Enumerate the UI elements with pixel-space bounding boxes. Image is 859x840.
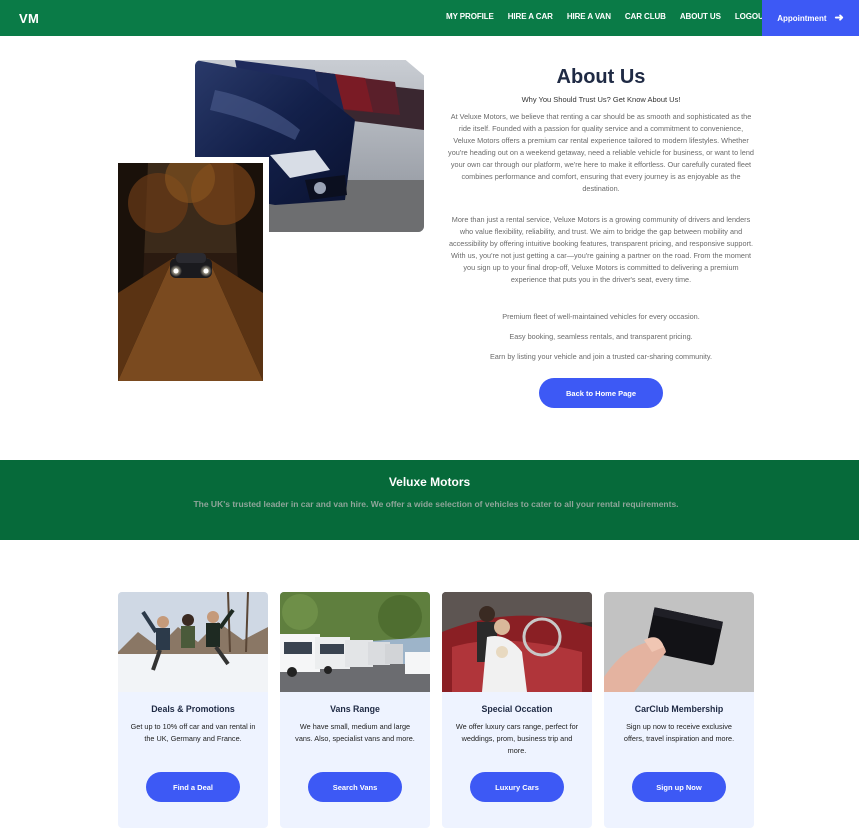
back-to-home-button[interactable]: Back to Home Page: [539, 378, 663, 408]
vans-row-image: [280, 592, 430, 692]
banner-title: Veluxe Motors: [388, 475, 471, 489]
about-feature-2: Easy booking, seamless rentals, and tran…: [509, 332, 693, 341]
nav-link-hire-a-car[interactable]: HIRE A CAR: [508, 12, 553, 21]
brand-logo[interactable]: VM: [19, 11, 39, 26]
nav-links: MY PROFILE HIRE A CAR HIRE A VAN CAR CLU…: [446, 12, 769, 21]
forest-road-car-image: [112, 157, 269, 387]
nav-link-my-profile[interactable]: MY PROFILE: [446, 12, 494, 21]
top-navbar: VM MY PROFILE HIRE A CAR HIRE A VAN CAR …: [0, 0, 859, 36]
card-carclub-membership: CarClub Membership Sign up now to receiv…: [604, 592, 754, 828]
banner-text: The UK's trusted leader in car and van h…: [193, 499, 679, 509]
appointment-button[interactable]: Appointment ➜: [762, 0, 859, 36]
about-subtitle: Why You Should Trust Us? Get Know About …: [521, 95, 681, 104]
about-feature-1: Premium fleet of well-maintained vehicle…: [502, 312, 700, 321]
card-title: Vans Range: [330, 704, 380, 714]
nav-link-about-us[interactable]: ABOUT US: [680, 12, 721, 21]
membership-card-image: [604, 592, 754, 692]
card-title: Special Occation: [481, 704, 553, 714]
card-text: We have small, medium and large vans. Al…: [295, 722, 415, 743]
nav-link-car-club[interactable]: CAR CLUB: [625, 12, 666, 21]
card-vans-range: Vans Range We have small, medium and lar…: [280, 592, 430, 828]
about-feature-3: Earn by listing your vehicle and join a …: [489, 352, 713, 361]
wedding-car-image: [442, 592, 592, 692]
find-a-deal-button[interactable]: Find a Deal: [146, 772, 240, 802]
card-special-occasion: Special Occation We offer luxury cars ra…: [442, 592, 592, 828]
card-deals-promotions: Deals & Promotions Get up to 10% off car…: [118, 592, 268, 828]
card-text: Sign up now to receive exclusive offers,…: [623, 722, 735, 743]
about-paragraph-1: At Veluxe Motors, we believe that rentin…: [448, 112, 754, 193]
arrow-right-icon: ➜: [834, 11, 844, 24]
nav-link-hire-a-van[interactable]: HIRE A VAN: [567, 12, 611, 21]
card-text: Get up to 10% off car and van rental in …: [130, 722, 256, 743]
search-vans-button[interactable]: Search Vans: [308, 772, 402, 802]
card-title: CarClub Membership: [634, 704, 724, 714]
about-title: About Us: [556, 66, 646, 88]
appointment-label: Appointment: [777, 13, 827, 23]
card-title: Deals & Promotions: [151, 704, 235, 714]
sign-up-now-button[interactable]: Sign up Now: [632, 772, 726, 802]
luxury-cars-button[interactable]: Luxury Cars: [470, 772, 564, 802]
card-text: We offer luxury cars range, perfect for …: [455, 722, 579, 755]
friends-jumping-image: [118, 592, 268, 692]
about-paragraph-2: More than just a rental service, Veluxe …: [448, 215, 754, 284]
brand-banner: Veluxe Motors The UK's trusted leader in…: [0, 460, 859, 540]
